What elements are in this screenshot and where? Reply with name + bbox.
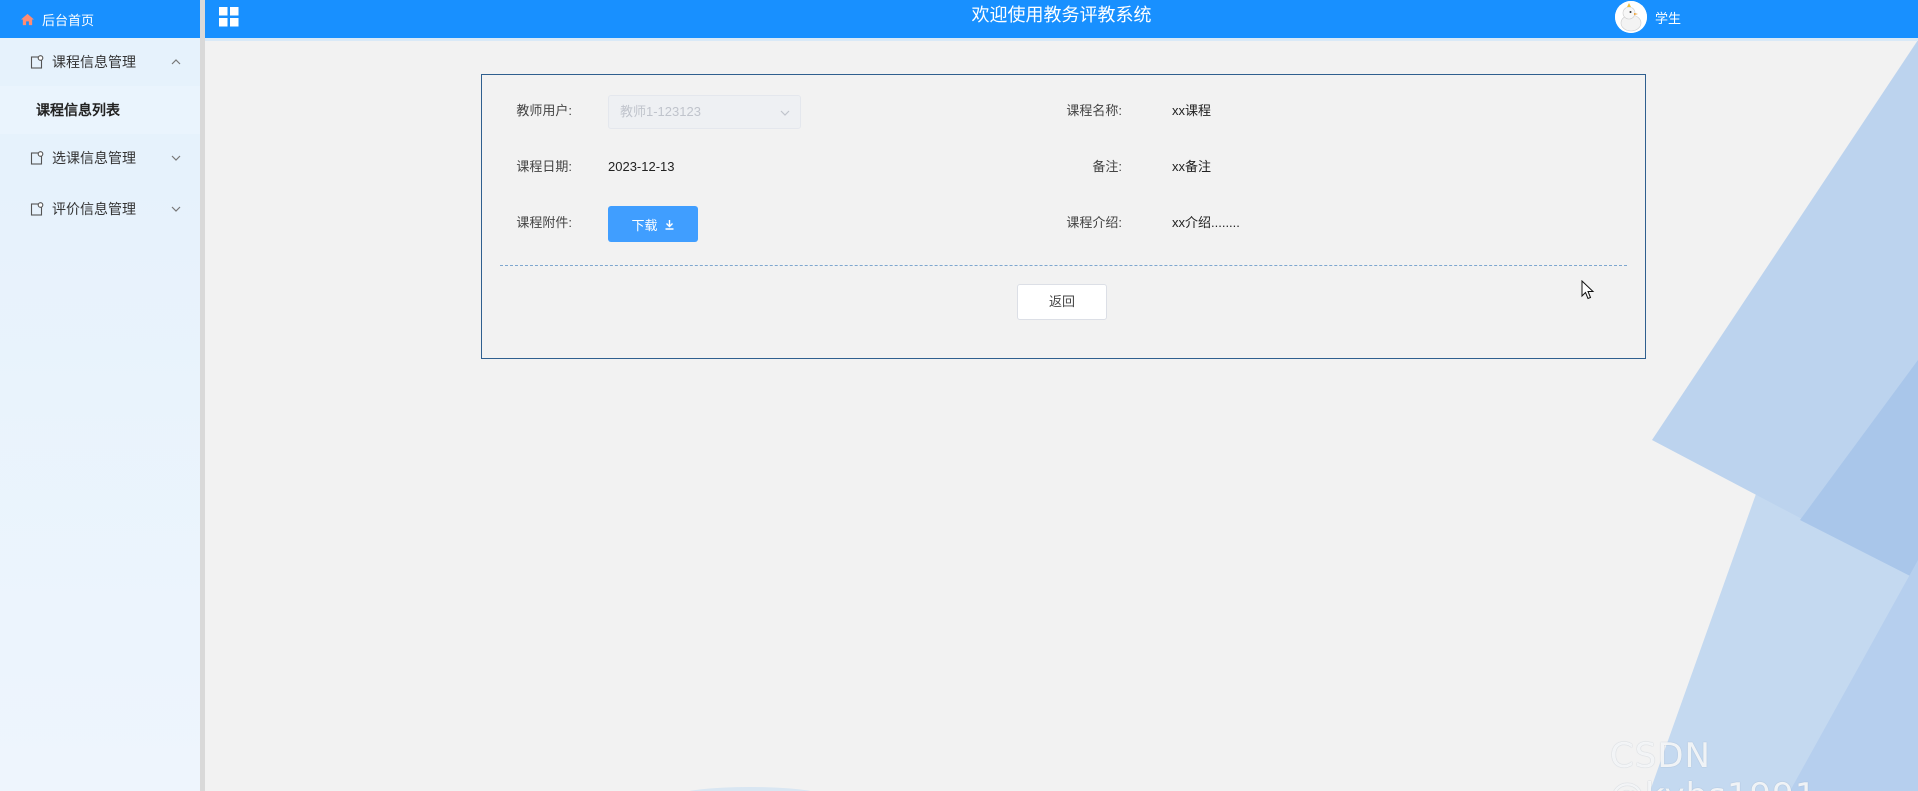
document-icon [30,202,44,216]
back-button[interactable]: 返回 [1017,284,1107,320]
sidebar-home-label: 后台首页 [42,12,95,28]
download-button-label: 下载 [631,217,658,233]
mouse-cursor-icon [1581,280,1595,300]
top-header: 欢迎使用教务评教系统 学生 [205,0,1918,38]
teacher-label: 教师用户: [516,103,572,118]
header-divider [205,38,1918,41]
chevron-down-icon [171,206,181,212]
remark-label: 备注: [1092,159,1122,174]
teacher-select[interactable]: 教师1-123123 [608,95,801,129]
remark-value: xx备注 [1172,159,1212,174]
sidebar-item-enrollment-management[interactable]: 选课信息管理 [0,134,200,182]
chevron-down-icon [171,155,181,161]
download-icon [665,219,673,230]
course-detail-card: 教师用户: 教师1-123123 课程名称: xx课程 课程日期: 2023-1… [481,74,1646,359]
chevron-up-icon [171,59,181,65]
intro-label: 课程介绍: [1066,215,1122,230]
username: 学生 [1655,10,1682,26]
sidebar-item-label: 课程信息管理 [52,54,136,70]
document-icon [30,55,44,69]
home-icon [21,13,34,25]
chevron-down-icon [780,110,790,116]
document-icon [30,151,44,165]
date-label: 课程日期: [516,159,572,174]
course-name-value: xx课程 [1172,103,1212,118]
watermark: CSDN @kybs1991 [1610,736,1816,791]
download-button[interactable]: 下载 [608,206,698,242]
intro-value: xx介绍........ [1172,215,1240,230]
user-menu[interactable]: 学生 [1615,0,1681,34]
teacher-select-value: 教师1-123123 [620,104,701,119]
sidebar-item-label: 评价信息管理 [52,201,136,217]
sidebar-item-label: 选课信息管理 [52,150,136,166]
date-value: 2023-12-13 [608,159,675,174]
form-divider [500,265,1627,266]
avatar [1615,1,1647,33]
duck-avatar-icon [1615,1,1647,33]
attachment-label: 课程附件: [516,215,572,230]
detail-row: 课程附件: 下载 课程介绍: xx介绍........ [482,203,1645,243]
sidebar-subitem-label: 课程信息列表 [36,102,120,118]
detail-row: 教师用户: 教师1-123123 课程名称: xx课程 [482,91,1645,131]
detail-row: 课程日期: 2023-12-13 备注: xx备注 [482,147,1645,187]
course-name-label: 课程名称: [1066,103,1122,118]
sidebar-home[interactable]: 后台首页 [0,0,200,38]
sidebar-subitem-course-list[interactable]: 课程信息列表 [0,86,200,134]
sidebar: 后台首页 课程信息管理 课程信息列表 选课信息管理 评价信息管理 [0,0,205,791]
sidebar-item-evaluation-management[interactable]: 评价信息管理 [0,185,200,233]
sidebar-item-course-management[interactable]: 课程信息管理 [0,38,200,86]
